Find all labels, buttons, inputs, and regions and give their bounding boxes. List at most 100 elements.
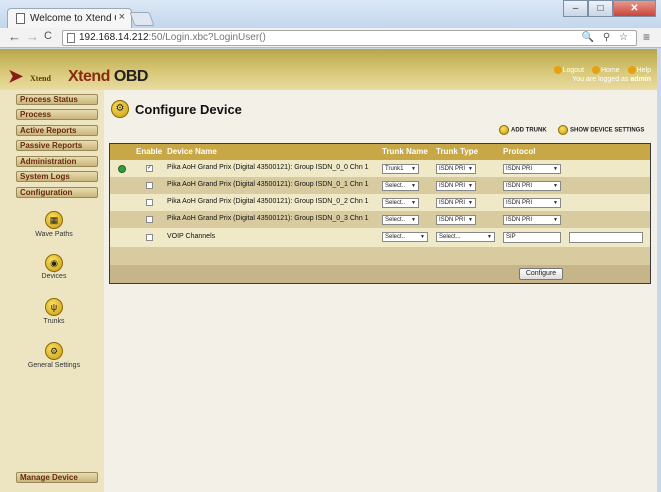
reload-icon[interactable]: C (44, 30, 52, 42)
trunk-name-select[interactable]: Trunk1 ▼ (382, 164, 419, 174)
chevron-down-icon: ▼ (553, 217, 558, 223)
home-link[interactable]: Home (591, 66, 620, 74)
protocol-select[interactable]: ISDN PRI ▼ (503, 198, 561, 208)
logout-link[interactable]: Logout (553, 66, 584, 74)
user-prefix: You are logged as (572, 76, 631, 83)
page-icon (67, 33, 75, 43)
logo-mark-icon: ➤ (8, 66, 24, 86)
trunk-type-select[interactable]: Select... ▼ (436, 232, 495, 242)
column-header-enable: Enable (136, 147, 163, 156)
enable-checkbox[interactable]: ✓ (146, 165, 153, 172)
general-settings-icon[interactable]: ⚙ (45, 342, 63, 360)
trunk-name-select[interactable]: Select.. ▼ (382, 232, 428, 242)
protocol-value: ISDN PRI (506, 166, 533, 172)
configure-button[interactable]: Configure (519, 268, 563, 280)
help-label: Help (636, 66, 651, 74)
enable-checkbox[interactable] (146, 199, 153, 206)
sidebar-item-system-logs[interactable]: System Logs (16, 171, 98, 182)
help-link[interactable]: Help (627, 66, 651, 74)
protocol-select[interactable]: ISDN PRI ▼ (503, 181, 561, 191)
grid-header: Enable Device Name Trunk Name Trunk Type… (110, 144, 650, 160)
sidebar-item-manage-device[interactable]: Manage Device (16, 472, 98, 483)
minimize-button[interactable]: – (563, 0, 588, 17)
chevron-down-icon: ▼ (420, 234, 425, 240)
wave-paths-icon[interactable]: ▦ (45, 211, 63, 229)
trunk-name-value: Select.. (385, 217, 406, 223)
devices-icon[interactable]: ◉ (45, 254, 63, 272)
trunk-type-select[interactable]: ISDN PRI ▼ (436, 215, 476, 225)
settings-icon (558, 125, 568, 135)
chevron-down-icon: ▼ (487, 234, 492, 240)
enable-checkbox[interactable] (146, 216, 153, 223)
chevron-down-icon: ▼ (468, 166, 473, 172)
menu-icon[interactable]: ≡ (643, 30, 650, 44)
close-tab-icon[interactable]: × (119, 11, 125, 23)
trunks-icon[interactable]: ψ (45, 298, 63, 316)
maximize-button[interactable]: □ (588, 0, 613, 17)
address-bar[interactable]: 192.168.14.212:50/Login.xbc?LoginUser() … (62, 30, 637, 46)
protocol-select[interactable]: ISDN PRI ▼ (503, 215, 561, 225)
enable-checkbox[interactable] (146, 182, 153, 189)
browser-tab[interactable]: Welcome to Xtend C × (7, 8, 132, 28)
general-settings-label[interactable]: General Settings (4, 362, 104, 369)
show-device-settings-label: Show Device Settings (570, 127, 645, 134)
sidebar-item-administration[interactable]: Administration (16, 156, 98, 167)
voip-extra-input[interactable] (569, 232, 643, 243)
status-ok-icon (118, 165, 126, 173)
enable-checkbox[interactable] (146, 234, 153, 241)
url-host: 192.168.14.212 (79, 32, 149, 43)
device-name: VOIP Channels (167, 233, 216, 240)
tab-title: Welcome to Xtend C (30, 13, 116, 24)
sidebar-item-active-reports[interactable]: Active Reports (16, 125, 98, 136)
chevron-down-icon: ▼ (411, 166, 416, 172)
url-action-icons[interactable]: 🔍 ⚲ ☆ (582, 32, 631, 43)
chevron-down-icon: ▼ (553, 183, 558, 189)
trunk-name-select[interactable]: Select.. ▼ (382, 198, 419, 208)
url-path: :50/Login.xbc?LoginUser() (148, 32, 266, 43)
sidebar-item-passive-reports[interactable]: Passive Reports (16, 140, 98, 151)
help-icon (627, 66, 636, 74)
column-header-trunk-type: Trunk Type (436, 147, 479, 156)
device-name: Pika AoH Grand Prix (Digital 43500121): … (167, 215, 369, 222)
back-icon[interactable]: ← (8, 29, 21, 44)
sidebar-item-process-status[interactable]: Process Status (16, 94, 98, 105)
column-header-trunk-name: Trunk Name (382, 147, 428, 156)
chevron-down-icon: ▼ (411, 200, 416, 206)
trunk-name-value: Select.. (385, 200, 406, 206)
device-name: Pika AoH Grand Prix (Digital 43500121): … (167, 164, 369, 171)
logo-suffix: OBD (109, 68, 149, 85)
page-icon (16, 13, 25, 24)
sidebar-item-process[interactable]: Process (16, 109, 98, 120)
protocol-value: ISDN PRI (506, 200, 533, 206)
logo-small-text: Xtend (30, 74, 51, 83)
chevron-down-icon: ▼ (468, 200, 473, 206)
wave-paths-label[interactable]: Wave Paths (4, 231, 104, 238)
add-trunk-label: Add Trunk (511, 127, 547, 134)
protocol-input[interactable]: SIP (503, 232, 561, 243)
protocol-select[interactable]: ISDN PRI ▼ (503, 164, 561, 174)
add-trunk-button[interactable]: Add Trunk (499, 125, 547, 135)
close-window-button[interactable]: ✕ (613, 0, 656, 17)
header-links: Logout Home Help (548, 66, 651, 74)
chevron-down-icon: ▼ (468, 183, 473, 189)
add-trunk-icon (499, 125, 509, 135)
devices-label[interactable]: Devices (4, 273, 104, 280)
grid-footer (110, 265, 650, 283)
trunk-type-select[interactable]: ISDN PRI ▼ (436, 181, 476, 191)
show-device-settings-button[interactable]: Show Device Settings (558, 125, 644, 135)
grid-spacer (110, 247, 650, 265)
column-header-device-name: Device Name (167, 147, 217, 156)
trunk-type-value: ISDN PRI (439, 183, 466, 189)
trunks-label[interactable]: Trunks (4, 318, 104, 325)
forward-icon[interactable]: → (26, 29, 39, 44)
trunk-name-select[interactable]: Select.. ▼ (382, 181, 419, 191)
trunk-type-select[interactable]: ISDN PRI ▼ (436, 198, 476, 208)
trunk-name-value: Select.. (385, 183, 406, 189)
chevron-down-icon: ▼ (411, 217, 416, 223)
trunk-type-select[interactable]: ISDN PRI ▼ (436, 164, 476, 174)
logout-label: Logout (562, 66, 584, 74)
home-label: Home (600, 66, 620, 74)
trunk-name-select[interactable]: Select.. ▼ (382, 215, 419, 225)
trunk-type-value: ISDN PRI (439, 166, 466, 172)
sidebar-item-configuration[interactable]: Configuration (16, 187, 98, 198)
